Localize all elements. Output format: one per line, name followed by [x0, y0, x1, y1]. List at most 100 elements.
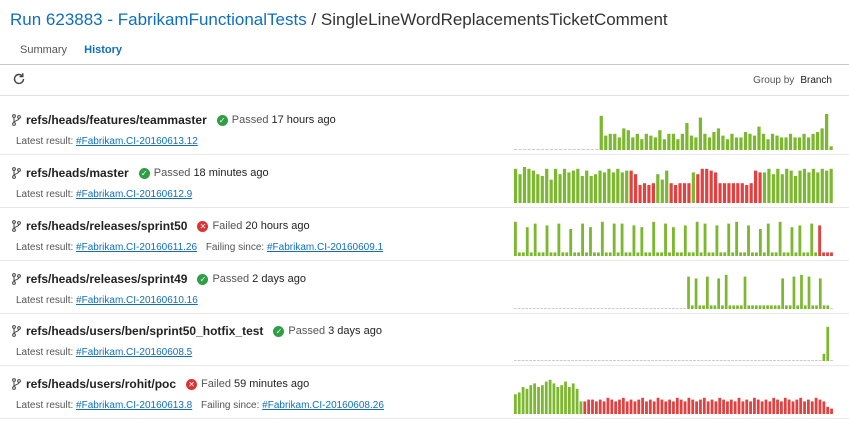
- history-bar-failed[interactable]: [749, 183, 753, 203]
- history-bar-failed[interactable]: [634, 174, 638, 203]
- history-bar-passed[interactable]: [635, 133, 639, 150]
- history-bar-failed[interactable]: [610, 399, 614, 414]
- history-bar-passed[interactable]: [774, 252, 778, 256]
- history-bar-passed[interactable]: [558, 174, 562, 203]
- history-bar-passed[interactable]: [653, 137, 657, 150]
- history-bar-passed[interactable]: [739, 252, 743, 256]
- history-bar-passed[interactable]: [575, 388, 579, 414]
- history-bar-failed[interactable]: [683, 401, 687, 414]
- history-bar-failed[interactable]: [731, 183, 735, 203]
- history-bar-passed[interactable]: [758, 305, 762, 309]
- history-bar-failed[interactable]: [691, 399, 695, 414]
- history-bar-failed[interactable]: [633, 401, 637, 414]
- history-bar-failed[interactable]: [768, 401, 772, 414]
- history-bar-passed[interactable]: [656, 174, 660, 203]
- history-bar-passed[interactable]: [713, 305, 717, 309]
- history-bar-failed[interactable]: [710, 399, 714, 414]
- run-link[interactable]: Run 623883 - FabrikamFunctionalTests: [10, 10, 307, 29]
- history-bar-passed[interactable]: [521, 387, 525, 414]
- history-bar-passed[interactable]: [552, 383, 556, 414]
- history-bar-passed[interactable]: [644, 133, 648, 150]
- history-bar-passed[interactable]: [540, 176, 544, 203]
- history-bar-passed[interactable]: [770, 252, 774, 256]
- history-bar-passed[interactable]: [743, 252, 746, 256]
- history-bar-passed[interactable]: [707, 137, 712, 150]
- history-bar-passed[interactable]: [662, 139, 666, 150]
- history-bar-failed[interactable]: [664, 401, 668, 414]
- history-bar-passed[interactable]: [517, 252, 521, 256]
- history-bar-passed[interactable]: [793, 137, 797, 150]
- history-row[interactable]: refs/heads/users/ben/sprint50_hotfix_tes…: [0, 314, 849, 366]
- history-bar-failed[interactable]: [818, 225, 822, 256]
- history-bar-failed[interactable]: [740, 183, 744, 203]
- history-bar-passed[interactable]: [732, 305, 736, 309]
- history-bar-passed[interactable]: [608, 133, 612, 150]
- history-bar-passed[interactable]: [767, 168, 771, 203]
- history-bar-passed[interactable]: [600, 221, 604, 256]
- history-bar-failed[interactable]: [787, 399, 791, 414]
- history-bar-passed[interactable]: [620, 172, 624, 203]
- history-bar-passed[interactable]: [820, 128, 824, 150]
- history-bar-failed[interactable]: [642, 183, 647, 203]
- history-bar-passed[interactable]: [536, 174, 540, 203]
- history-row[interactable]: refs/heads/users/rohit/poc ✕ Failed 59 m…: [0, 367, 849, 419]
- history-bar-passed[interactable]: [814, 252, 818, 256]
- history-bar-failed[interactable]: [678, 183, 682, 203]
- history-bar-passed[interactable]: [725, 139, 730, 150]
- history-bar-passed[interactable]: [810, 223, 814, 256]
- history-bar-passed[interactable]: [607, 168, 611, 203]
- history-bar-failed[interactable]: [745, 399, 749, 414]
- history-bar-passed[interactable]: [743, 276, 747, 309]
- group-by-dropdown[interactable]: Branch: [800, 75, 832, 86]
- history-bar-failed[interactable]: [602, 401, 606, 414]
- history-bar-passed[interactable]: [640, 139, 644, 150]
- history-bar-passed[interactable]: [716, 128, 721, 150]
- history-bar-failed[interactable]: [656, 397, 660, 414]
- history-bar-passed[interactable]: [788, 133, 793, 150]
- history-bar-passed[interactable]: [694, 278, 698, 309]
- history-bar-failed[interactable]: [758, 172, 762, 203]
- history-bar-failed[interactable]: [672, 401, 675, 414]
- history-bar-passed[interactable]: [690, 305, 694, 309]
- history-bar-passed[interactable]: [576, 168, 580, 203]
- history-bar-passed[interactable]: [771, 174, 775, 203]
- history-bar-failed[interactable]: [714, 172, 718, 203]
- history-bar-passed[interactable]: [585, 252, 588, 256]
- history-bar-failed[interactable]: [776, 399, 779, 414]
- history-bar-passed[interactable]: [537, 387, 540, 414]
- history-bar-failed[interactable]: [737, 397, 741, 414]
- history-bar-passed[interactable]: [762, 172, 767, 203]
- history-bar-passed[interactable]: [778, 221, 782, 256]
- history-bar-passed[interactable]: [579, 401, 583, 414]
- history-bar-failed[interactable]: [726, 401, 729, 414]
- history-bar-passed[interactable]: [751, 252, 754, 256]
- history-bar-failed[interactable]: [826, 406, 830, 414]
- history-bar-failed[interactable]: [638, 185, 642, 203]
- history-bar-passed[interactable]: [537, 252, 541, 256]
- history-bar-passed[interactable]: [631, 137, 635, 150]
- history-bar-passed[interactable]: [652, 221, 656, 256]
- history-bar-passed[interactable]: [685, 123, 689, 150]
- history-bar-passed[interactable]: [525, 227, 529, 256]
- history-bar-passed[interactable]: [702, 305, 705, 309]
- history-bar-passed[interactable]: [529, 385, 533, 414]
- history-bar-passed[interactable]: [514, 394, 517, 414]
- branch-name[interactable]: refs/heads/releases/sprint50: [26, 219, 187, 233]
- history-bar-passed[interactable]: [822, 353, 826, 361]
- history-bar-passed[interactable]: [656, 252, 660, 256]
- history-bar-passed[interactable]: [776, 168, 780, 203]
- history-bar-passed[interactable]: [549, 179, 553, 203]
- history-bar-failed[interactable]: [753, 397, 756, 414]
- history-bar-passed[interactable]: [541, 252, 545, 256]
- history-bar-passed[interactable]: [602, 172, 607, 203]
- history-bar-passed[interactable]: [632, 225, 636, 256]
- history-bar-failed[interactable]: [645, 401, 648, 414]
- latest-result-link[interactable]: #Fabrikam.CI-20160611.26: [76, 242, 197, 253]
- history-bar-failed[interactable]: [625, 401, 629, 414]
- history-bar-passed[interactable]: [758, 229, 762, 256]
- history-bar-failed[interactable]: [651, 183, 655, 203]
- history-bar-failed[interactable]: [587, 399, 591, 414]
- history-bar-passed[interactable]: [707, 252, 711, 256]
- history-bar-passed[interactable]: [680, 133, 685, 150]
- history-bar-passed[interactable]: [739, 305, 743, 309]
